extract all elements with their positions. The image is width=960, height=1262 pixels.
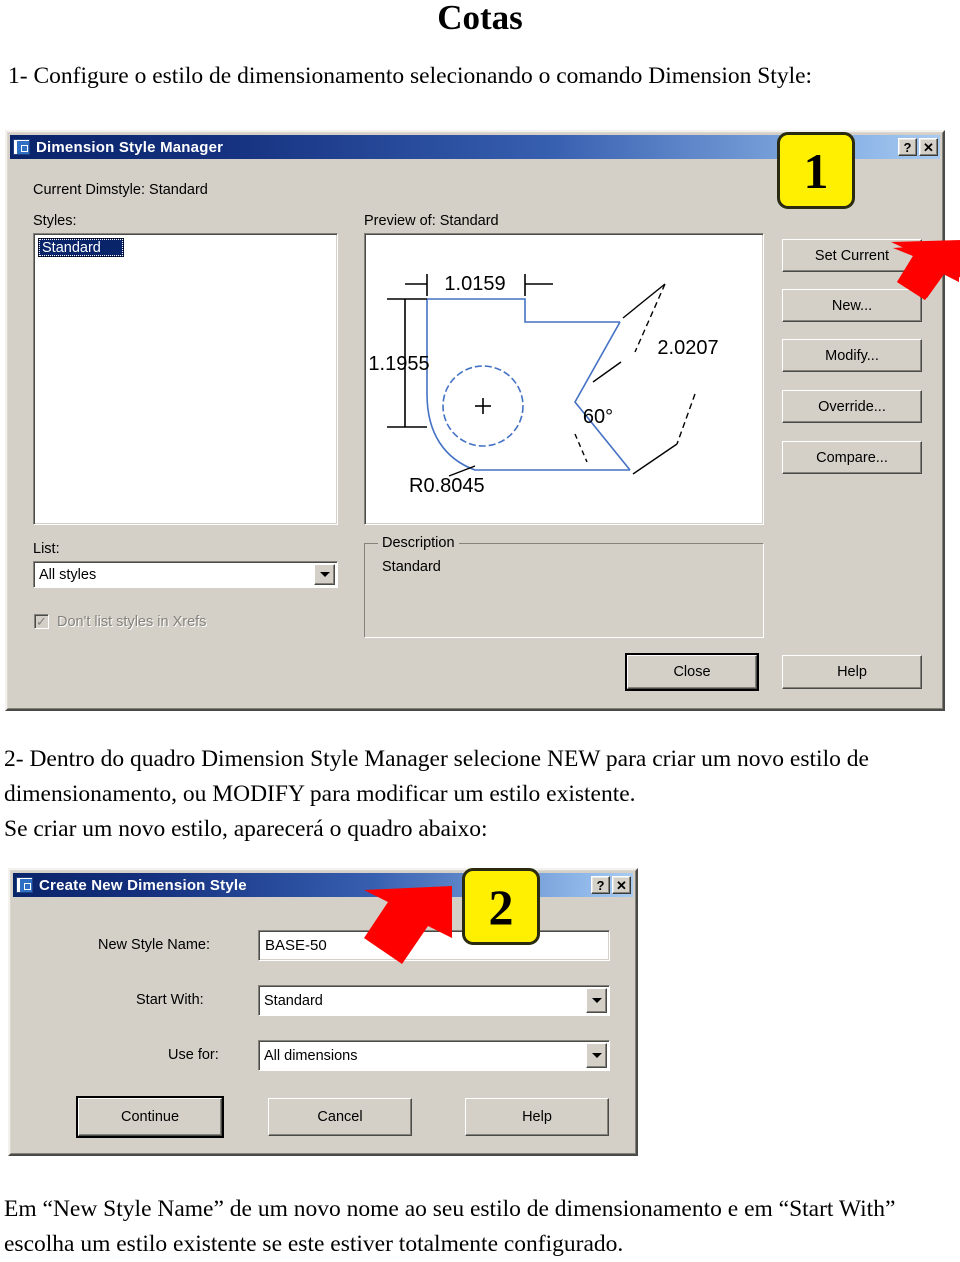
preview-label: Preview of: Standard xyxy=(364,213,499,229)
dialog2-title-text: Create New Dimension Style xyxy=(39,876,247,894)
instruction-paragraph-1: 1- Configure o estilo de dimensionamento… xyxy=(8,63,813,89)
close-button[interactable]: Close xyxy=(625,653,759,691)
dimension-style-manager-dialog[interactable]: Dimension Style Manager ? ✕ Current Dims… xyxy=(5,130,945,711)
current-dimstyle-label: Current Dimstyle: Standard xyxy=(33,182,208,198)
styles-list-item-standard[interactable]: Standard xyxy=(38,238,124,257)
use-for-combobox[interactable]: All dimensions xyxy=(258,1040,610,1071)
help-button-label: Help xyxy=(837,664,867,680)
use-for-label: Use for: xyxy=(168,1047,219,1063)
new-style-name-value: BASE-50 xyxy=(265,937,327,954)
cancel-button-label: Cancel xyxy=(317,1109,363,1125)
svg-text:1.0159: 1.0159 xyxy=(444,273,505,295)
dimension-preview-drawing: 1.0159 1.1955 2.0207 60° R0.8045 xyxy=(368,273,718,497)
description-group xyxy=(364,543,764,638)
close-button-label: Close xyxy=(673,664,711,680)
red-arrow-pointing-new-style-name xyxy=(364,886,452,964)
new-style-name-label: New Style Name: xyxy=(98,937,211,953)
dont-list-xrefs-label: Don't list styles in Xrefs xyxy=(57,614,207,630)
help-button-dialog2[interactable]: Help xyxy=(465,1098,609,1136)
dialog2-help-titlebar-button[interactable]: ? xyxy=(591,876,610,894)
start-with-label: Start With: xyxy=(136,992,204,1008)
create-new-dimension-style-dialog[interactable]: Create New Dimension Style ? ✕ New Style… xyxy=(8,868,638,1156)
dialog2-titlebar[interactable]: Create New Dimension Style ? ✕ xyxy=(13,873,633,897)
description-group-label: Description xyxy=(378,535,459,551)
page-title: Cotas xyxy=(437,0,523,37)
list-label: List: xyxy=(33,541,60,557)
dialog1-help-titlebar-button[interactable]: ? xyxy=(898,138,917,156)
autocad-app-icon xyxy=(16,877,33,893)
continue-button[interactable]: Continue xyxy=(76,1096,224,1138)
cancel-button[interactable]: Cancel xyxy=(268,1098,412,1136)
dialog1-title-text: Dimension Style Manager xyxy=(36,138,224,156)
start-with-combobox[interactable]: Standard xyxy=(258,985,610,1016)
svg-text:2.0207: 2.0207 xyxy=(657,337,718,359)
modify-button-label: Modify... xyxy=(825,347,879,364)
autocad-app-icon xyxy=(13,139,30,155)
red-arrow-pointing-new-button xyxy=(891,240,960,300)
instruction-paragraph-2: 2- Dentro do quadro Dimension Style Mana… xyxy=(4,746,869,842)
list-combobox-value: All styles xyxy=(39,566,97,583)
dont-list-xrefs-checkbox[interactable]: ✓ xyxy=(34,614,49,629)
step-badge-1: 1 xyxy=(777,132,855,209)
instruction-paragraph-3: Em “New Style Name” de um novo nome ao s… xyxy=(4,1196,896,1257)
svg-text:60°: 60° xyxy=(583,406,613,428)
svg-text:1.1955: 1.1955 xyxy=(368,353,429,375)
chevron-down-icon[interactable] xyxy=(314,564,335,585)
chevron-down-icon[interactable] xyxy=(586,1043,607,1068)
preview-box: 1.0159 1.1955 2.0207 60° R0.8045 xyxy=(364,233,764,525)
modify-button[interactable]: Modify... xyxy=(782,339,922,372)
dialog1-close-titlebar-button[interactable]: ✕ xyxy=(919,138,938,156)
new-button-label: New... xyxy=(831,297,873,314)
chevron-down-icon[interactable] xyxy=(586,988,607,1013)
svg-text:R0.8045: R0.8045 xyxy=(409,475,485,497)
override-button-label: Override... xyxy=(818,398,886,415)
dialog2-close-titlebar-button[interactable]: ✕ xyxy=(612,876,631,894)
description-value: Standard xyxy=(382,559,441,575)
page-root: Cotas 1- Configure o estilo de dimension… xyxy=(0,0,960,1257)
compare-button[interactable]: Compare... xyxy=(782,441,922,474)
compare-button-label: Compare... xyxy=(816,449,888,466)
set-current-button-label: Set Current xyxy=(814,247,890,264)
use-for-value: All dimensions xyxy=(264,1047,358,1064)
help-button-label: Help xyxy=(522,1109,552,1125)
styles-listbox[interactable]: Standard xyxy=(33,233,338,525)
continue-button-label: Continue xyxy=(120,1109,180,1125)
step-badge-2: 2 xyxy=(462,868,540,945)
styles-label: Styles: xyxy=(33,213,77,229)
start-with-value: Standard xyxy=(264,992,323,1009)
override-button[interactable]: Override... xyxy=(782,390,922,423)
list-combobox[interactable]: All styles xyxy=(33,561,338,588)
help-button-dialog1[interactable]: Help xyxy=(782,655,922,689)
